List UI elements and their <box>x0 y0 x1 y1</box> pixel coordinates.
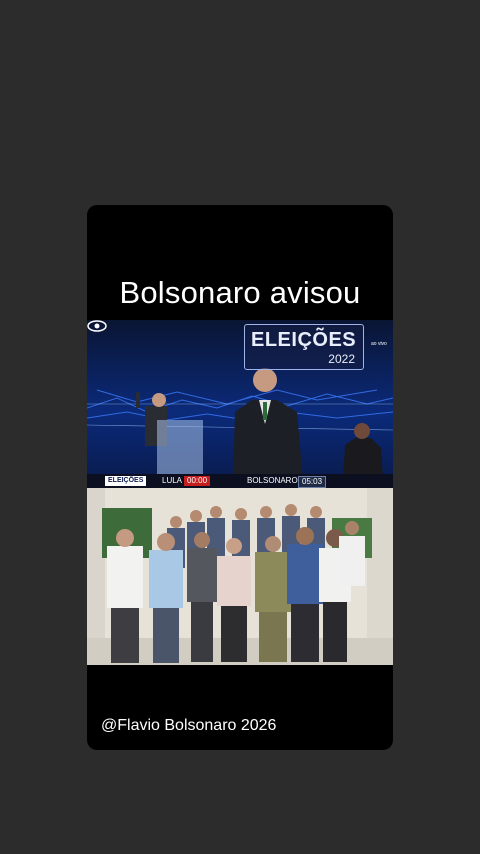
story-card: Bolsonaro avisou ELEIÇÕES 2022 ao vivo E… <box>87 205 393 750</box>
logo-title: ELEIÇÕES <box>251 329 357 351</box>
interpreter-figure <box>343 423 383 480</box>
logo-year: 2022 <box>328 352 355 366</box>
debate-image: ELEIÇÕES 2022 ao vivo ELEIÇÕES LULA 00:0… <box>87 320 393 488</box>
group-photo-scene <box>87 488 393 665</box>
lower-elections-tag: ELEIÇÕES <box>105 476 147 486</box>
author-handle: @Flavio Bolsonaro 2026 <box>101 717 277 734</box>
candidate-2-timer: 05:03 <box>298 476 327 488</box>
elections-logo: ELEIÇÕES 2022 <box>244 324 364 370</box>
post-title: Bolsonaro avisou <box>119 275 361 310</box>
candidate-1-timer: 00:00 <box>184 476 211 486</box>
debate-lower-bar: ELEIÇÕES LULA 00:00 BOLSONARO 05:03 <box>87 474 393 488</box>
candidate-1-name: LULA <box>162 476 183 485</box>
broadcaster-eye-icon <box>87 320 107 332</box>
group-photo <box>87 488 393 665</box>
live-label: ao vivo <box>371 341 387 347</box>
speaker-center-figure <box>233 368 303 480</box>
candidate-2-name: BOLSONARO <box>247 476 298 485</box>
